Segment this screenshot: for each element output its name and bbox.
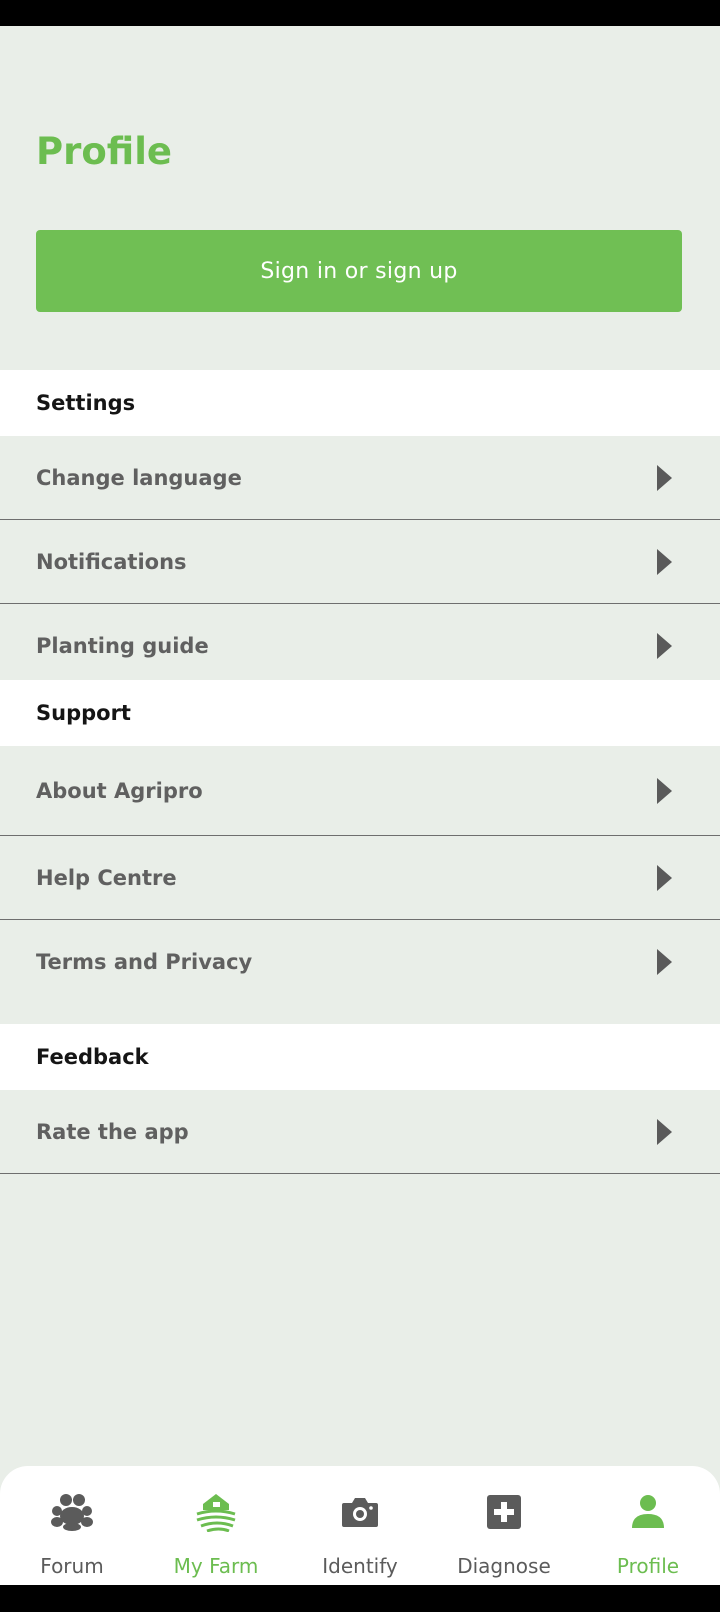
profile-screen: Profile Sign in or sign up Settings Chan… [0,26,720,1611]
rate-app-label: Rate the app [36,1119,189,1144]
change-language-label: Change language [36,465,242,490]
chevron-right-icon [657,1118,672,1145]
help-centre-item[interactable]: Help Centre [0,836,720,920]
planting-guide-label: Planting guide [36,634,209,658]
farm-icon [194,1490,238,1534]
terms-privacy-item[interactable]: Terms and Privacy [0,920,720,1004]
diagnose-icon [482,1490,526,1534]
planting-guide-item[interactable]: Planting guide [0,604,720,688]
change-language-item[interactable]: Change language [0,436,720,520]
chevron-right-icon [657,949,672,975]
feedback-header: Feedback [0,1024,720,1090]
settings-section: Settings Change language Notifications P… [0,370,720,688]
terms-privacy-label: Terms and Privacy [36,950,253,974]
status-bar [0,0,720,26]
about-item[interactable]: About Agripro [0,746,720,836]
feedback-section: Feedback Rate the app [0,1024,720,1174]
support-header: Support [0,680,720,746]
settings-header: Settings [0,370,720,436]
help-centre-label: Help Centre [36,865,177,890]
nav-my-farm-label: My Farm [173,1554,259,1578]
page-title: Profile [36,130,172,173]
sign-in-button[interactable]: Sign in or sign up [36,230,682,312]
chevron-right-icon [657,864,672,891]
notifications-label: Notifications [36,549,187,574]
chevron-right-icon [657,777,672,804]
person-icon [626,1490,670,1534]
notifications-item[interactable]: Notifications [0,520,720,604]
chevron-right-icon [657,633,672,659]
forum-icon [50,1490,94,1534]
camera-icon [338,1490,382,1534]
chevron-right-icon [657,464,672,491]
support-section: Support About Agripro Help Centre Terms … [0,680,720,1004]
rate-app-item[interactable]: Rate the app [0,1090,720,1174]
nav-diagnose-label: Diagnose [457,1554,551,1578]
chevron-right-icon [657,548,672,575]
about-label: About Agripro [36,778,203,803]
nav-profile-label: Profile [616,1554,680,1578]
nav-identify-label: Identify [322,1554,398,1578]
system-navigation-bar [0,1585,720,1612]
nav-forum-label: Forum [40,1554,104,1578]
